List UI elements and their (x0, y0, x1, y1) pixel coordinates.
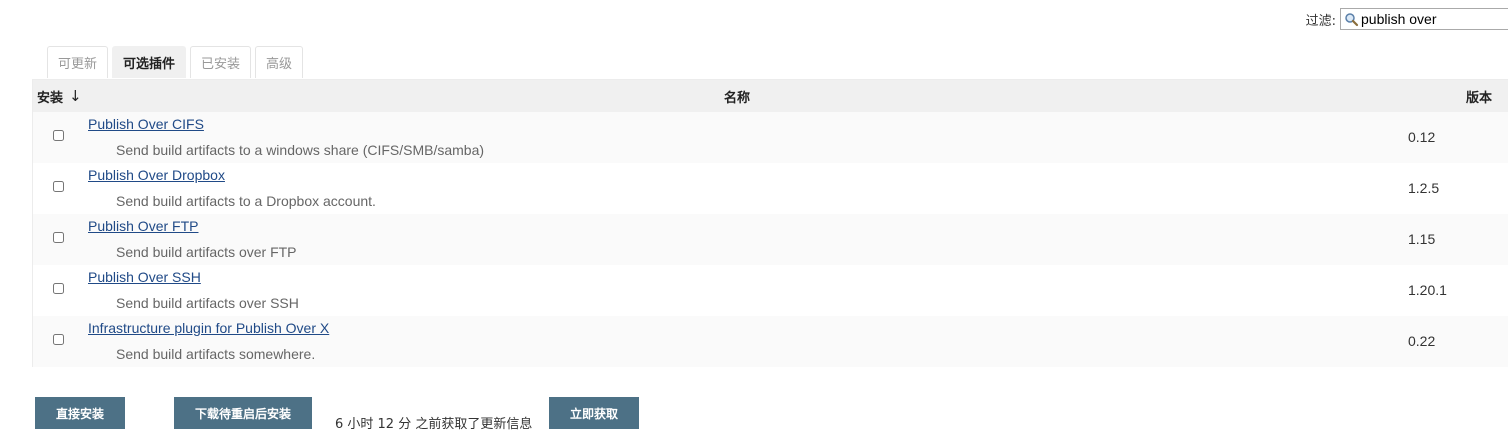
plugin-name-link[interactable]: Publish Over CIFS (88, 116, 204, 132)
update-info-text: 6 小时 12 分 之前获取了更新信息 (335, 417, 533, 432)
plugin-description: Send build artifacts over SSH (116, 295, 299, 311)
plugin-description: Send build artifacts somewhere. (116, 346, 316, 362)
search-icon (1345, 12, 1359, 26)
filter-input[interactable] (1359, 11, 1501, 27)
plugin-description: Send build artifacts to a Dropbox accoun… (116, 193, 376, 209)
filter-bar: 过滤: (1306, 8, 1508, 30)
filter-label: 过滤: (1305, 13, 1336, 29)
install-checkbox[interactable] (53, 181, 64, 192)
plugin-version: 1.20.1 (1408, 282, 1447, 298)
table-row: Publish Over FTP Send build artifacts ov… (33, 214, 1508, 265)
plugin-name-link[interactable]: Publish Over FTP (88, 218, 198, 234)
plugin-description: Send build artifacts over FTP (116, 244, 297, 260)
column-header-version[interactable]: 版本 (1466, 80, 1492, 112)
tab-bar: 可更新 可选插件 已安装 高级 (47, 46, 307, 78)
download-and-restart-button[interactable]: 下载待重启后安装 (174, 397, 312, 429)
tab-installed[interactable]: 已安装 (190, 46, 252, 78)
column-header-install-label: 安装 (37, 90, 64, 106)
plugin-description: Send build artifacts to a windows share … (116, 142, 485, 158)
tab-updates[interactable]: 可更新 (47, 46, 109, 78)
table-header: 安装 ↓ 名称 版本 (33, 80, 1508, 112)
install-now-button[interactable]: 直接安装 (35, 397, 125, 429)
plugin-name-link[interactable]: Publish Over SSH (88, 269, 201, 285)
install-checkbox[interactable] (53, 334, 64, 345)
install-checkbox[interactable] (53, 232, 64, 243)
sort-arrow-icon: ↓ (69, 87, 82, 105)
install-checkbox[interactable] (53, 283, 64, 294)
plugin-version: 1.2.5 (1408, 180, 1440, 196)
plugins-table: 安装 ↓ 名称 版本 Publish Over CIFS Send build … (32, 79, 1508, 367)
plugin-name-link[interactable]: Infrastructure plugin for Publish Over X (88, 320, 329, 336)
plugin-version: 1.15 (1408, 231, 1436, 247)
column-header-name[interactable]: 名称 (724, 80, 750, 112)
table-row: Infrastructure plugin for Publish Over X… (33, 316, 1508, 367)
tab-advanced[interactable]: 高级 (255, 46, 304, 78)
filter-input-box[interactable] (1340, 8, 1508, 30)
install-checkbox[interactable] (53, 130, 64, 141)
plugin-name-link[interactable]: Publish Over Dropbox (88, 167, 225, 183)
table-row: Publish Over CIFS Send build artifacts t… (33, 112, 1508, 163)
fetch-now-button[interactable]: 立即获取 (549, 397, 639, 429)
table-row: Publish Over Dropbox Send build artifact… (33, 163, 1508, 214)
plugin-version: 0.22 (1408, 333, 1436, 349)
plugin-version: 0.12 (1408, 129, 1436, 145)
tab-available[interactable]: 可选插件 (112, 46, 187, 78)
column-header-install[interactable]: 安装 ↓ (37, 80, 82, 112)
table-row: Publish Over SSH Send build artifacts ov… (33, 265, 1508, 316)
